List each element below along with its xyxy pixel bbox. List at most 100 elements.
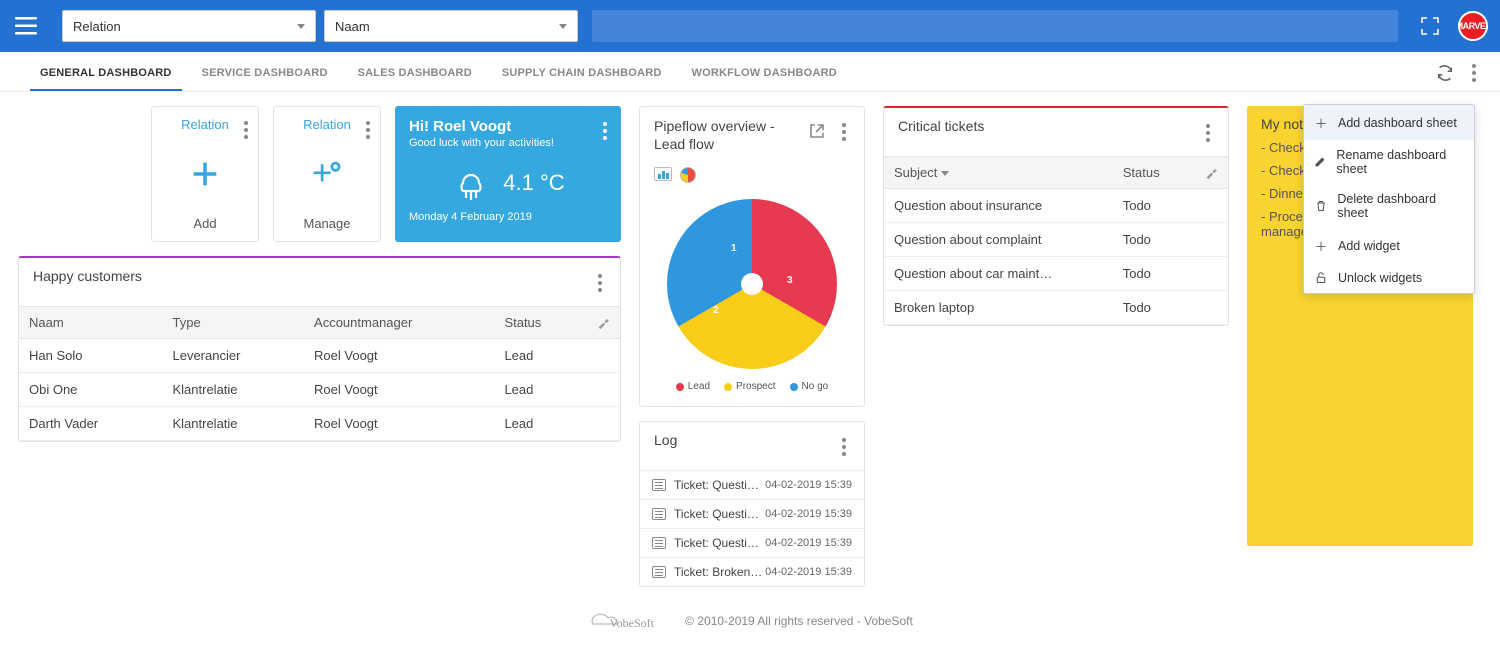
- unlock-icon: [1314, 272, 1328, 284]
- card-action: Add: [193, 216, 216, 231]
- open-link-button[interactable]: [806, 120, 828, 142]
- pie-label-nogo: 1: [731, 243, 737, 254]
- footer-logo: VobeSoft: [587, 607, 677, 635]
- add-relation-card[interactable]: Relation Add: [151, 106, 259, 242]
- trash-icon: [1314, 200, 1327, 212]
- card-menu-button[interactable]: [594, 270, 606, 296]
- list-icon: [652, 566, 666, 578]
- avatar[interactable]: MARVEL: [1458, 11, 1488, 41]
- hamburger-menu[interactable]: [12, 12, 40, 40]
- dashboard-menu-button[interactable]: [1468, 60, 1480, 86]
- tab-toolbar: [1434, 60, 1480, 86]
- card-action: Manage: [304, 216, 351, 231]
- card-menu-button[interactable]: [362, 117, 374, 143]
- critical-tickets-widget: Critical tickets Subject Status Question…: [883, 106, 1229, 326]
- pencil-icon: [1314, 156, 1326, 168]
- tab-supply-chain-dashboard[interactable]: SUPPLY CHAIN DASHBOARD: [492, 55, 672, 91]
- tab-sales-dashboard[interactable]: SALES DASHBOARD: [348, 55, 482, 91]
- naam-dropdown[interactable]: Naam: [324, 10, 578, 42]
- weather-subtext: Good luck with your activities!: [409, 137, 607, 149]
- pie-chart: 3 2 1: [667, 199, 837, 369]
- log-item[interactable]: Ticket: Questi…04-02-2019 15:39: [640, 470, 864, 499]
- table-row[interactable]: Han SoloLeverancierRoel VoogtLead: [19, 339, 620, 373]
- critical-tickets-table: Subject Status Question about insuranceT…: [884, 156, 1228, 325]
- log-item[interactable]: Ticket: Questi…04-02-2019 15:39: [640, 528, 864, 557]
- footer: VobeSoft © 2010-2019 All rights reserved…: [0, 597, 1500, 655]
- card-title: Relation: [303, 117, 351, 132]
- fullscreen-button[interactable]: [1416, 12, 1444, 40]
- bar-chart-toggle[interactable]: [654, 167, 672, 181]
- list-icon: [652, 508, 666, 520]
- plus-icon: ＋: [1314, 236, 1328, 255]
- table-settings-button[interactable]: [1194, 157, 1228, 189]
- tab-workflow-dashboard[interactable]: WORKFLOW DASHBOARD: [682, 55, 847, 91]
- tab-general-dashboard[interactable]: GENERAL DASHBOARD: [30, 55, 182, 91]
- card-menu-button[interactable]: [838, 119, 850, 145]
- menu-unlock-widgets[interactable]: Unlock widgets: [1304, 263, 1474, 293]
- table-row[interactable]: Obi OneKlantrelatieRoel VoogtLead: [19, 373, 620, 407]
- weather-greeting: Hi! Roel Voogt: [409, 118, 607, 135]
- card-menu-button[interactable]: [240, 117, 252, 143]
- log-item[interactable]: Ticket: Broken…04-02-2019 15:39: [640, 557, 864, 586]
- col-subject[interactable]: Subject: [884, 157, 1113, 189]
- dashboard-tabs: GENERAL DASHBOARD SERVICE DASHBOARD SALE…: [0, 52, 1500, 92]
- menu-delete-dashboard-sheet[interactable]: Delete dashboard sheet: [1304, 184, 1474, 228]
- legend-item: No go: [790, 381, 829, 392]
- pie-chart-toggle[interactable]: [680, 167, 696, 183]
- hamburger-icon: [15, 17, 37, 35]
- avatar-label: MARVEL: [1458, 11, 1488, 41]
- widget-title: Happy customers: [33, 268, 142, 284]
- footer-copyright: © 2010-2019 All rights reserved - VobeSo…: [685, 614, 913, 628]
- table-row[interactable]: Darth VaderKlantrelatieRoel VoogtLead: [19, 407, 620, 441]
- col-status[interactable]: Status: [1113, 157, 1194, 189]
- dashboard-content: Relation Add Relation Manage: [0, 92, 1500, 597]
- table-settings-button[interactable]: [586, 307, 620, 339]
- table-row[interactable]: Question about complaintTodo: [884, 223, 1228, 257]
- refresh-icon: [1436, 64, 1454, 82]
- plus-icon: [188, 157, 222, 191]
- search-input[interactable]: [592, 10, 1398, 42]
- list-icon: [652, 537, 666, 549]
- menu-add-dashboard-sheet[interactable]: ＋ Add dashboard sheet: [1304, 105, 1474, 140]
- plus-gear-icon: [310, 157, 344, 191]
- rain-cloud-icon: [451, 163, 491, 203]
- quick-cards-row: Relation Add Relation Manage: [18, 106, 621, 242]
- card-title: Relation: [181, 117, 229, 132]
- chart-legend: Lead Prospect No go: [676, 381, 828, 392]
- table-row[interactable]: Broken laptopTodo: [884, 291, 1228, 325]
- widget-title: Critical tickets: [898, 118, 984, 134]
- topbar: Relation Naam MARVEL: [0, 0, 1500, 52]
- legend-item: Lead: [676, 381, 710, 392]
- card-menu-button[interactable]: [599, 118, 611, 144]
- log-item[interactable]: Ticket: Questi…04-02-2019 15:39: [640, 499, 864, 528]
- chevron-down-icon: [559, 24, 567, 29]
- external-link-icon: [809, 123, 825, 139]
- naam-dropdown-label: Naam: [335, 19, 370, 34]
- tab-service-dashboard[interactable]: SERVICE DASHBOARD: [192, 55, 338, 91]
- manage-relation-card[interactable]: Relation Manage: [273, 106, 381, 242]
- col-type[interactable]: Type: [162, 307, 304, 339]
- pie-label-lead: 3: [787, 275, 793, 286]
- fullscreen-icon: [1421, 17, 1439, 35]
- menu-rename-dashboard-sheet[interactable]: Rename dashboard sheet: [1304, 140, 1474, 184]
- wrench-icon: [1204, 166, 1218, 180]
- card-menu-button[interactable]: [838, 434, 850, 460]
- col-status[interactable]: Status: [494, 307, 586, 339]
- happy-customers-widget: Happy customers Naam Type Accountmanager…: [18, 256, 621, 442]
- table-row[interactable]: Question about car maint…Todo: [884, 257, 1228, 291]
- pie-label-prospect: 2: [713, 305, 719, 316]
- relation-dropdown[interactable]: Relation: [62, 10, 316, 42]
- refresh-button[interactable]: [1434, 62, 1456, 84]
- weather-temperature: 4.1 °C: [503, 170, 564, 196]
- weather-date: Monday 4 February 2019: [409, 211, 607, 223]
- menu-add-widget[interactable]: ＋ Add widget: [1304, 228, 1474, 263]
- widget-title: Pipeflow overview - Lead flow: [654, 117, 806, 153]
- legend-item: Prospect: [724, 381, 775, 392]
- col-naam[interactable]: Naam: [19, 307, 162, 339]
- col-accountmanager[interactable]: Accountmanager: [304, 307, 494, 339]
- card-menu-button[interactable]: [1202, 120, 1214, 146]
- weather-card: Hi! Roel Voogt Good luck with your activ…: [395, 106, 621, 242]
- table-row[interactable]: Question about insuranceTodo: [884, 189, 1228, 223]
- plus-icon: ＋: [1314, 113, 1328, 132]
- pipeflow-widget: Pipeflow overview - Lead flow 3 2 1: [639, 106, 865, 407]
